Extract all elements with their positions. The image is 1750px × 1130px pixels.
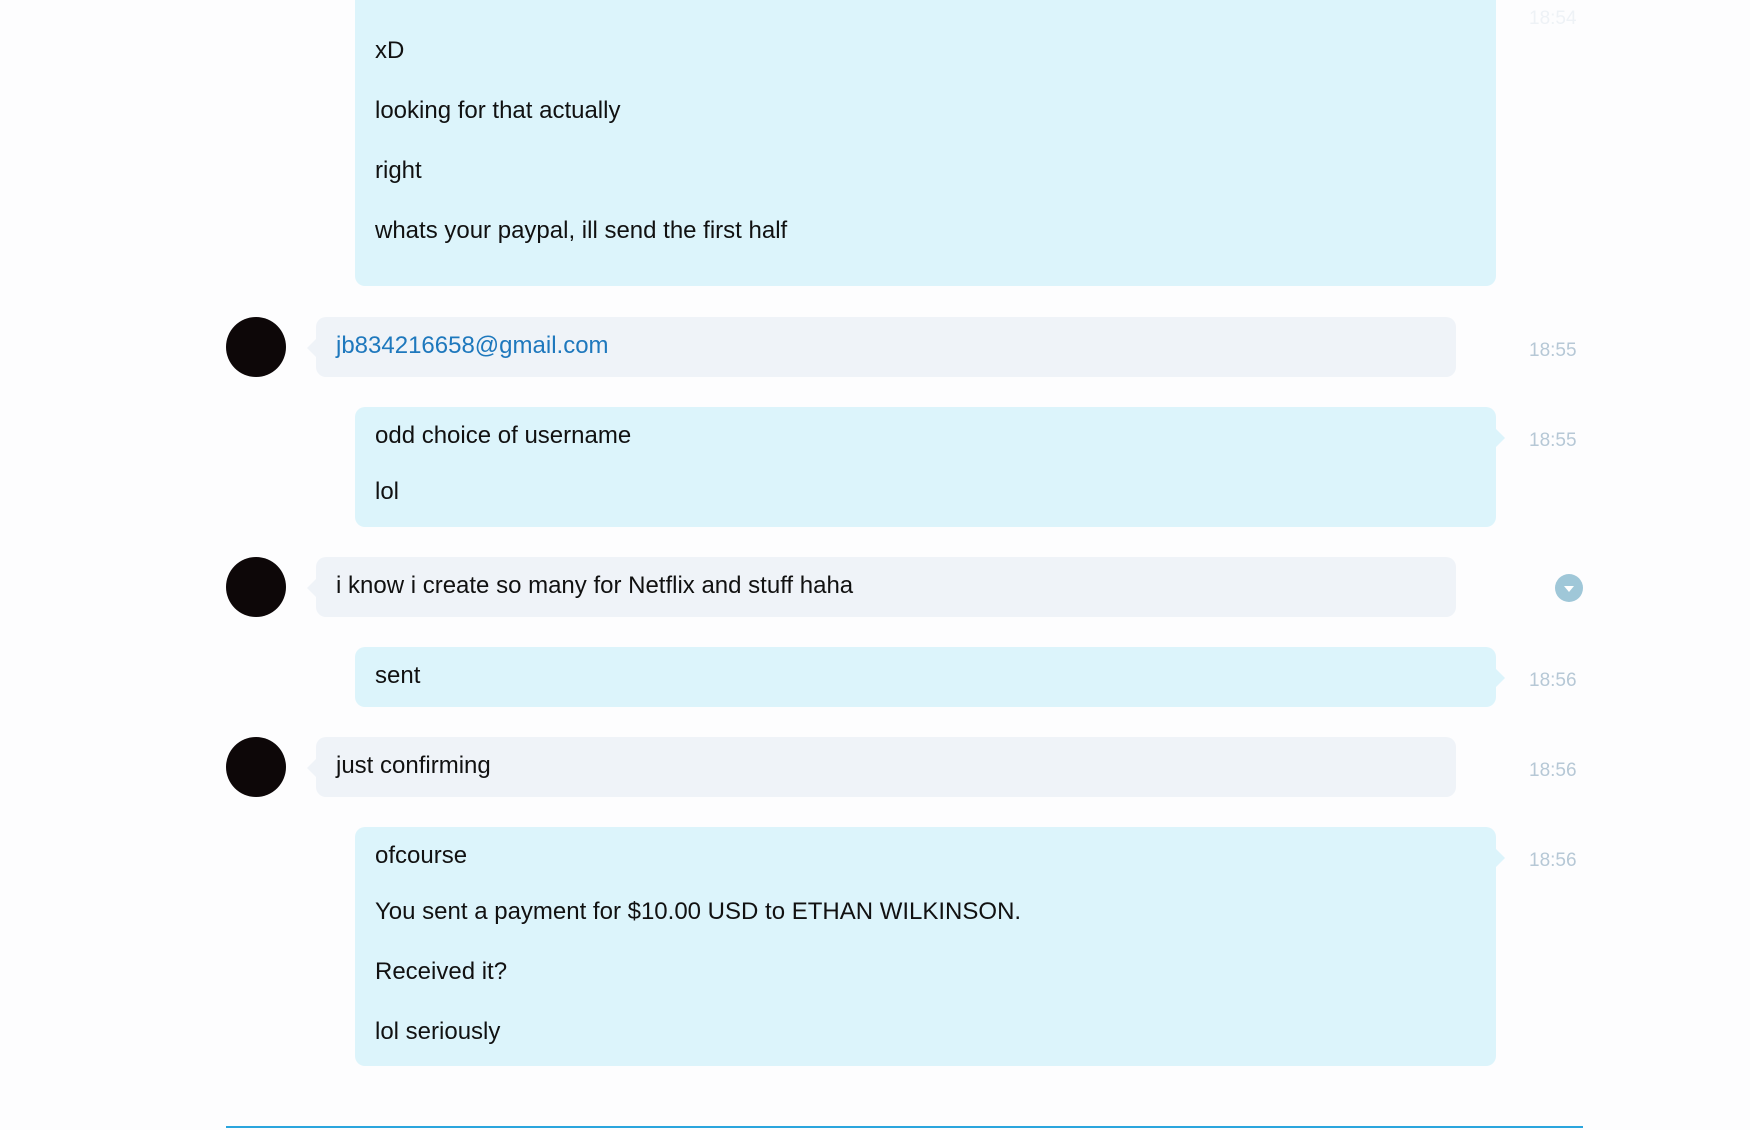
message-timestamp: 18:56	[1529, 850, 1577, 871]
outgoing-message-group[interactable]: sent	[355, 647, 1505, 707]
message-text: You sent a payment for $10.00 USD to ETH…	[375, 898, 1022, 925]
message-text: ofcourse	[375, 842, 468, 869]
message-menu-button[interactable]	[1555, 574, 1583, 602]
message-text: xD	[375, 37, 405, 64]
outgoing-message-group[interactable]: ofcourse You sent a payment for $10.00 U…	[355, 827, 1505, 1066]
chat-history: sweeeet xD looking for that actually rig…	[0, 0, 1750, 1130]
outgoing-message-group[interactable]: odd choice of username lol	[355, 407, 1505, 527]
message-text: right	[375, 157, 422, 184]
message-timestamp: 18:55	[1529, 340, 1577, 361]
outgoing-message-group[interactable]: sweeeet xD looking for that actually rig…	[355, 0, 1496, 286]
email-link[interactable]: jb834216658@gmail.com	[336, 332, 1436, 360]
message-timestamp: 18:56	[1529, 760, 1577, 781]
message-text: odd choice of username	[375, 422, 632, 449]
message-text: whats your paypal, ill send the first ha…	[375, 217, 788, 244]
message-timestamp: 18:54	[1529, 8, 1577, 29]
message-text: just confirming	[336, 752, 491, 779]
composer-divider	[226, 1126, 1583, 1128]
contact-avatar[interactable]	[226, 557, 286, 617]
message-text: sweeeet	[375, 0, 1476, 7]
message-timestamp: 18:56	[1529, 670, 1577, 691]
message-text: looking for that actually	[375, 97, 621, 124]
message-text: lol seriously	[375, 1018, 501, 1045]
contact-avatar[interactable]	[226, 317, 286, 377]
incoming-message-group[interactable]: jb834216658@gmail.com	[307, 317, 1456, 377]
message-timestamp: 18:55	[1529, 430, 1577, 451]
message-text: sent	[375, 662, 421, 689]
contact-avatar[interactable]	[226, 737, 286, 797]
message-text: Received it?	[375, 958, 508, 985]
message-text: i know i create so many for Netflix and …	[336, 572, 854, 599]
message-text: lol	[375, 478, 400, 505]
incoming-message-group[interactable]: just confirming	[307, 737, 1456, 797]
incoming-message-group[interactable]: i know i create so many for Netflix and …	[307, 557, 1456, 617]
